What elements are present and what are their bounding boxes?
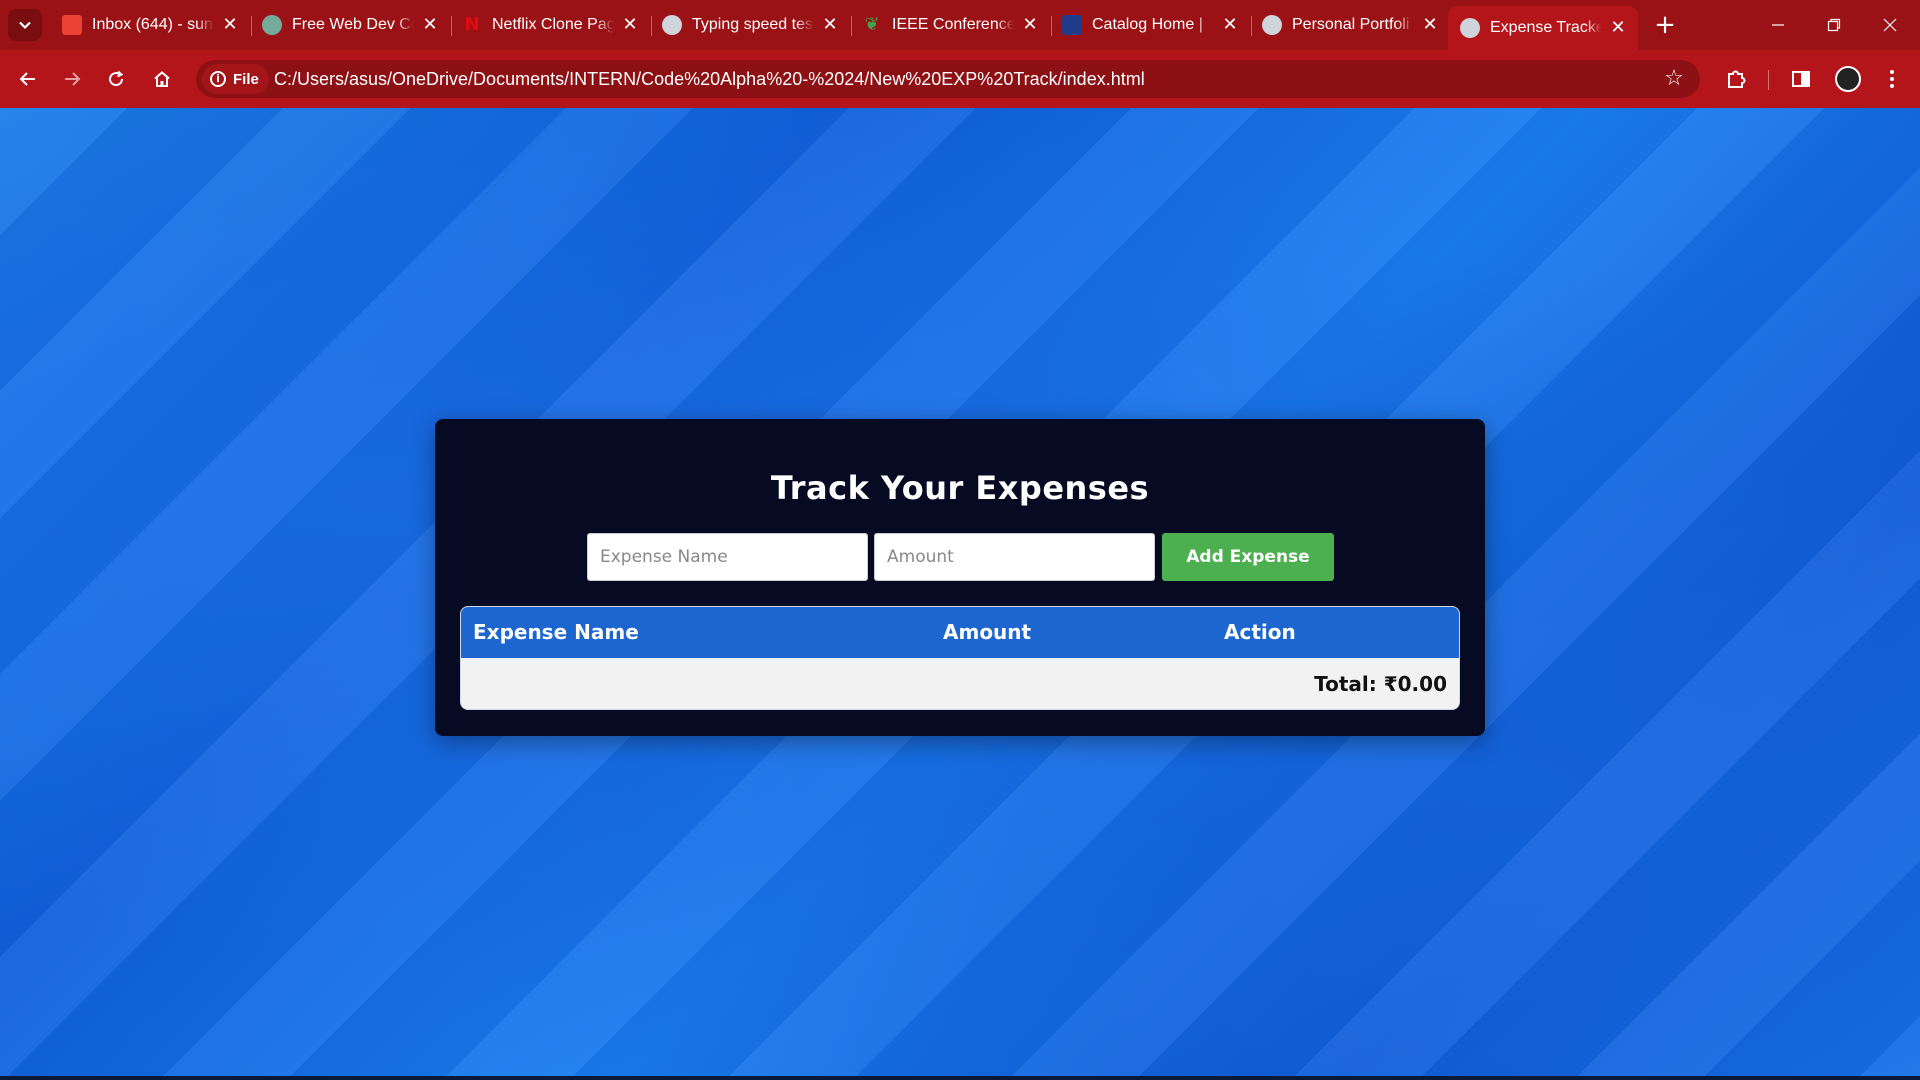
total-amount: Total: ₹0.00 [1314,672,1447,696]
scheme-label: File [233,70,259,88]
reload-icon [109,70,124,87]
close-icon[interactable]: ✕ [1608,18,1628,38]
more-vertical-icon [1890,70,1894,88]
browser-toolbar: i File C:/Users/asus/OneDrive/Documents/… [0,50,1920,108]
close-window-button[interactable] [1862,0,1918,50]
site-info-chip[interactable]: i File [202,64,269,94]
tab-title: Typing speed tes [692,16,813,33]
netflix-icon: N [464,14,480,35]
add-expense-button[interactable]: Add Expense [1162,533,1334,581]
bookmark-star-icon[interactable]: ☆ [1662,67,1686,91]
expense-name-input[interactable] [587,533,868,581]
page-background: Track Your Expenses Add Expense Expense … [0,108,1920,1080]
home-icon [154,71,170,87]
tab-title: Inbox (644) - sun [92,16,213,33]
tab-typing-speed[interactable]: Typing speed tes ✕ [650,7,852,43]
side-panel-icon [1792,71,1810,87]
column-header-amount: Amount [943,620,1032,644]
info-icon: i [210,71,226,87]
address-bar[interactable]: i File C:/Users/asus/OneDrive/Documents/… [196,60,1700,98]
tab-strip: Inbox (644) - sun ✕ Free Web Dev Co ✕ N … [0,0,1920,50]
tab-inbox[interactable]: Inbox (644) - sun ✕ [50,7,252,43]
chatgpt-icon [262,15,282,35]
tab-search-button[interactable] [8,9,42,41]
close-icon[interactable]: ✕ [1020,15,1040,35]
close-icon[interactable]: ✕ [1220,15,1240,35]
close-icon[interactable]: ✕ [420,15,440,35]
tab-catalog-home[interactable]: Catalog Home | ✕ [1050,7,1252,43]
extensions-button[interactable] [1720,63,1752,95]
column-header-action: Action [1224,620,1296,644]
forward-button[interactable] [56,63,88,95]
minimize-icon [1772,24,1784,26]
tab-title: Expense Tracker [1490,19,1602,36]
column-header-expense-name: Expense Name [473,620,639,644]
avatar [1835,66,1861,92]
puzzle-icon [1728,70,1746,88]
new-tab-button[interactable]: + [1650,10,1680,40]
tab-title: IEEE Conference [892,16,1014,33]
tab-title: Netflix Clone Pag [492,16,614,33]
total-row: Total: ₹0.00 [461,658,1459,709]
globe-icon [1460,18,1480,38]
tab-title: Catalog Home | [1092,16,1203,33]
tab-title: Free Web Dev Co [292,16,414,33]
home-button[interactable] [146,63,178,95]
gmail-icon [62,15,82,35]
chevron-down-icon [19,21,31,30]
minimize-button[interactable] [1750,0,1806,50]
tab-title: Personal Portfoli [1292,16,1410,33]
globe-icon [662,15,682,35]
close-icon[interactable]: ✕ [1420,15,1440,35]
leaf-icon: ❦ [864,14,880,35]
arrow-left-icon [19,72,35,86]
tab-expense-tracker[interactable]: Expense Tracker ✕ [1448,6,1638,50]
tab-netflix-clone[interactable]: N Netflix Clone Pag ✕ [450,7,652,43]
restore-button[interactable] [1806,0,1862,50]
arrow-right-icon [65,72,81,86]
back-button[interactable] [12,63,44,95]
tab-personal-portfolio[interactable]: Personal Portfoli ✕ [1250,7,1450,43]
side-panel-button[interactable] [1785,63,1817,95]
page-title: Track Your Expenses [770,469,1150,507]
reload-button[interactable] [100,63,132,95]
profile-button[interactable] [1832,63,1864,95]
catalog-icon [1062,15,1082,35]
tab-free-web-dev[interactable]: Free Web Dev Co ✕ [250,7,452,43]
restore-icon [1827,18,1841,32]
expense-tracker-card: Track Your Expenses Add Expense Expense … [435,419,1485,736]
url-text[interactable]: C:/Users/asus/OneDrive/Documents/INTERN/… [274,60,1145,98]
expense-table: Expense Name Amount Action Total: ₹0.00 [460,606,1460,710]
amount-input[interactable] [874,533,1155,581]
table-header: Expense Name Amount Action [461,607,1459,658]
tab-ieee-conference[interactable]: ❦ IEEE Conference ✕ [850,7,1052,43]
close-icon [1883,18,1897,32]
close-icon[interactable]: ✕ [820,15,840,35]
globe-icon [1262,15,1282,35]
menu-button[interactable] [1876,63,1908,95]
close-icon[interactable]: ✕ [620,15,640,35]
close-icon[interactable]: ✕ [220,15,240,35]
